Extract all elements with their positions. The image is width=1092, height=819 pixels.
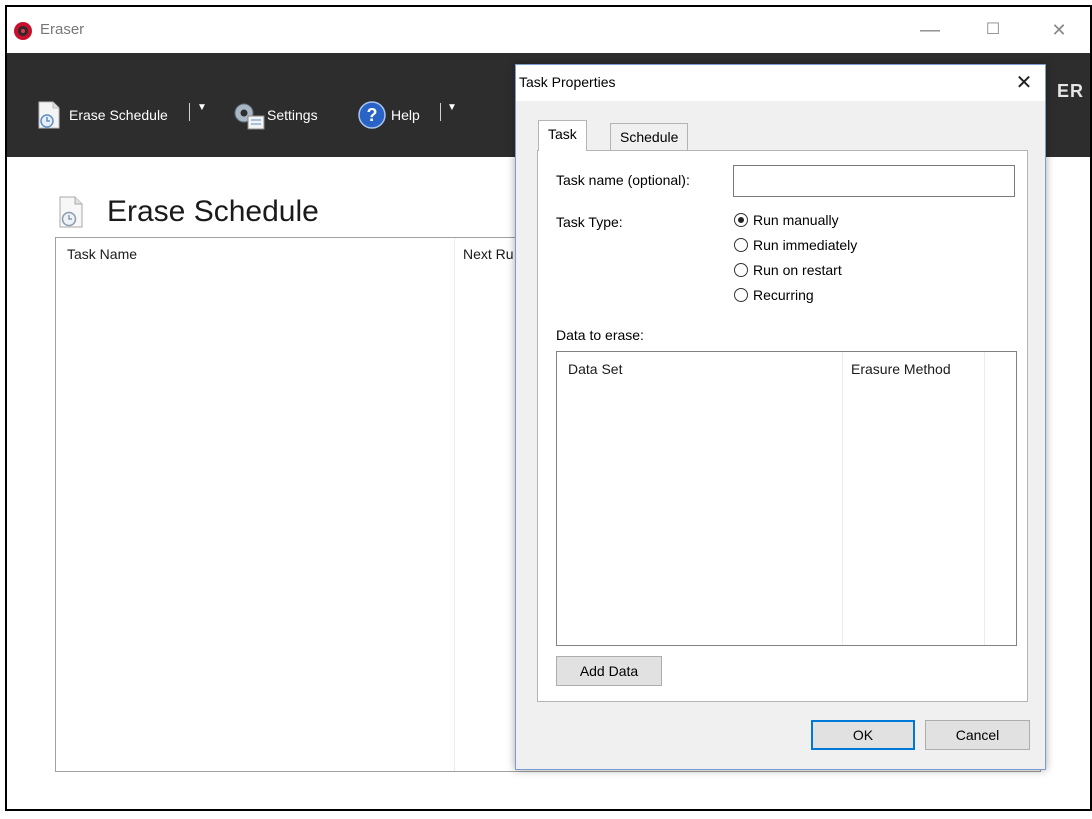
erase-schedule-toolbar-button[interactable]: Erase Schedule <box>35 100 168 130</box>
radio-label: Run on restart <box>753 262 842 278</box>
close-button[interactable]: ✕ <box>1039 15 1079 45</box>
dialog-close-icon[interactable]: ✕ <box>1009 68 1039 98</box>
radio-button <box>734 238 748 252</box>
column-header-erasure-method[interactable]: Erasure Method <box>851 361 951 377</box>
task-name-input[interactable] <box>733 165 1015 197</box>
title-bar: Eraser — ☐ ✕ <box>7 7 1090 53</box>
radio-recurring[interactable]: Recurring <box>734 287 814 303</box>
settings-label: Settings <box>267 107 318 123</box>
column-header-data-set[interactable]: Data Set <box>568 361 622 377</box>
settings-toolbar-button[interactable]: Settings <box>231 100 318 130</box>
radio-run-on-restart[interactable]: Run on restart <box>734 262 842 278</box>
tab-schedule[interactable]: Schedule <box>610 123 689 151</box>
settings-gear-icon <box>234 103 265 130</box>
radio-label: Recurring <box>753 287 814 303</box>
svg-text:?: ? <box>367 105 378 125</box>
app-title: Eraser <box>40 21 85 38</box>
toolbar-separator <box>189 103 190 121</box>
column-divider <box>454 238 455 771</box>
radio-button <box>734 288 748 302</box>
radio-label: Run immediately <box>753 237 858 253</box>
column-divider <box>842 352 843 645</box>
dialog-title: Task Properties <box>519 74 616 90</box>
minimize-button[interactable]: — <box>910 15 950 45</box>
column-header-task-name[interactable]: Task Name <box>67 246 137 262</box>
task-tab-panel: Task name (optional): Task Type: Run man… <box>537 150 1028 702</box>
task-properties-dialog: Task Properties ✕ Task Schedule Task nam… <box>515 64 1046 770</box>
cancel-button[interactable]: Cancel <box>925 720 1030 750</box>
tab-task[interactable]: Task <box>538 120 587 151</box>
eraser-app-icon <box>14 22 32 40</box>
radio-run-manually[interactable]: Run manually <box>734 212 839 228</box>
task-type-label: Task Type: <box>556 214 623 230</box>
erase-schedule-icon <box>38 101 60 129</box>
erase-schedule-page-icon <box>59 196 83 228</box>
help-dropdown-icon[interactable]: ▼ <box>447 102 457 113</box>
column-header-next-run[interactable]: Next Ru <box>463 246 514 262</box>
data-to-erase-list[interactable]: Data Set Erasure Method <box>556 351 1017 646</box>
radio-button <box>734 263 748 277</box>
erase-schedule-label: Erase Schedule <box>69 107 168 123</box>
radio-label: Run manually <box>753 212 839 228</box>
toolbar-separator <box>440 103 441 121</box>
erase-schedule-dropdown-icon[interactable]: ▼ <box>197 102 207 113</box>
maximize-button[interactable]: ☐ <box>973 15 1013 45</box>
radio-run-immediately[interactable]: Run immediately <box>734 237 857 253</box>
brand-text: ER <box>1057 81 1085 101</box>
task-name-label: Task name (optional): <box>556 172 690 188</box>
dialog-title-bar: Task Properties ✕ <box>516 65 1045 101</box>
ok-button[interactable]: OK <box>811 720 915 750</box>
add-data-button[interactable]: Add Data <box>556 656 662 686</box>
help-question-icon: ? <box>358 101 386 129</box>
radio-button-checked <box>734 213 748 227</box>
page-title: Erase Schedule <box>107 195 319 228</box>
column-divider <box>984 352 985 645</box>
help-label: Help <box>391 107 420 123</box>
data-to-erase-label: Data to erase: <box>556 327 644 343</box>
help-toolbar-button[interactable]: ? Help <box>357 100 420 130</box>
